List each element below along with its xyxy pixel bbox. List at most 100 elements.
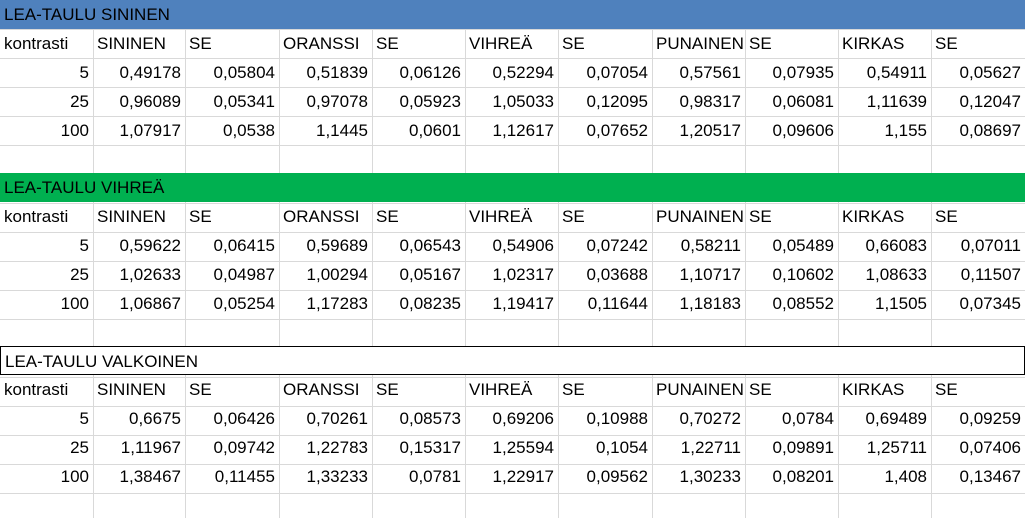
- header-cell[interactable]: ORANSSI: [279, 202, 372, 231]
- data-cell[interactable]: 1,12617: [465, 116, 558, 145]
- data-cell[interactable]: 0,1054: [558, 433, 652, 462]
- data-cell[interactable]: 0,09606: [745, 116, 838, 145]
- data-cell[interactable]: 0,08235: [372, 289, 465, 318]
- data-cell[interactable]: 0,98317: [652, 87, 745, 116]
- data-cell[interactable]: 1,08633: [838, 260, 931, 289]
- header-cell[interactable]: SININEN: [93, 202, 185, 231]
- header-cell[interactable]: kontrasti: [0, 29, 93, 58]
- data-cell[interactable]: 0,04987: [185, 260, 279, 289]
- data-cell[interactable]: 1,30233: [652, 462, 745, 491]
- header-cell[interactable]: SININEN: [93, 375, 185, 404]
- data-cell[interactable]: 1,10717: [652, 260, 745, 289]
- data-cell[interactable]: 0,59689: [279, 231, 372, 260]
- data-cell[interactable]: 0,05167: [372, 260, 465, 289]
- data-cell[interactable]: 5: [0, 58, 93, 87]
- data-cell[interactable]: 1,11967: [93, 433, 185, 462]
- header-cell[interactable]: SE: [185, 202, 279, 231]
- data-cell[interactable]: 0,05627: [931, 58, 1025, 87]
- header-cell[interactable]: SE: [372, 202, 465, 231]
- data-cell[interactable]: 0,52294: [465, 58, 558, 87]
- data-cell[interactable]: 0,12047: [931, 87, 1025, 116]
- data-cell[interactable]: 100: [0, 462, 93, 491]
- data-cell[interactable]: 0,05923: [372, 87, 465, 116]
- data-cell[interactable]: 0,49178: [93, 58, 185, 87]
- data-cell[interactable]: 0,0601: [372, 116, 465, 145]
- data-cell[interactable]: 0,09259: [931, 404, 1025, 433]
- data-cell[interactable]: 1,07917: [93, 116, 185, 145]
- data-cell[interactable]: 0,06081: [745, 87, 838, 116]
- data-cell[interactable]: 0,07242: [558, 231, 652, 260]
- data-cell[interactable]: 1,22783: [279, 433, 372, 462]
- data-cell[interactable]: 0,05341: [185, 87, 279, 116]
- data-cell[interactable]: 0,11644: [558, 289, 652, 318]
- header-cell[interactable]: kontrasti: [0, 375, 93, 404]
- data-cell[interactable]: 5: [0, 404, 93, 433]
- header-cell[interactable]: PUNAINEN: [652, 202, 745, 231]
- data-cell[interactable]: 0,59622: [93, 231, 185, 260]
- header-cell[interactable]: kontrasti: [0, 202, 93, 231]
- data-cell[interactable]: 100: [0, 289, 93, 318]
- data-cell[interactable]: 1,18183: [652, 289, 745, 318]
- data-cell[interactable]: 1,17283: [279, 289, 372, 318]
- data-cell[interactable]: 0,70272: [652, 404, 745, 433]
- data-cell[interactable]: 0,0784: [745, 404, 838, 433]
- header-cell[interactable]: KIRKAS: [838, 202, 931, 231]
- data-cell[interactable]: 0,07406: [931, 433, 1025, 462]
- data-cell[interactable]: 0,70261: [279, 404, 372, 433]
- header-cell[interactable]: SE: [558, 202, 652, 231]
- data-cell[interactable]: 0,51839: [279, 58, 372, 87]
- section-title-band[interactable]: LEA-TAULU VIHREÄ: [0, 173, 1025, 202]
- data-cell[interactable]: 0,07054: [558, 58, 652, 87]
- data-cell[interactable]: 25: [0, 433, 93, 462]
- data-cell[interactable]: 0,11507: [931, 260, 1025, 289]
- header-cell[interactable]: SE: [745, 202, 838, 231]
- data-cell[interactable]: 0,07652: [558, 116, 652, 145]
- data-cell[interactable]: 1,06867: [93, 289, 185, 318]
- data-cell[interactable]: 0,09891: [745, 433, 838, 462]
- data-cell[interactable]: 1,20517: [652, 116, 745, 145]
- header-cell[interactable]: VIHREÄ: [465, 202, 558, 231]
- header-cell[interactable]: ORANSSI: [279, 29, 372, 58]
- data-cell[interactable]: 0,0781: [372, 462, 465, 491]
- data-cell[interactable]: 25: [0, 87, 93, 116]
- data-cell[interactable]: 0,05254: [185, 289, 279, 318]
- data-cell[interactable]: 0,06415: [185, 231, 279, 260]
- section-title-band[interactable]: LEA-TAULU VALKOINEN: [0, 346, 1025, 375]
- data-cell[interactable]: 0,69206: [465, 404, 558, 433]
- data-cell[interactable]: 1,02317: [465, 260, 558, 289]
- header-cell[interactable]: SE: [931, 202, 1025, 231]
- header-cell[interactable]: SE: [558, 375, 652, 404]
- data-cell[interactable]: 1,11639: [838, 87, 931, 116]
- data-cell[interactable]: 0,57561: [652, 58, 745, 87]
- header-cell[interactable]: SE: [558, 29, 652, 58]
- data-cell[interactable]: 0,08573: [372, 404, 465, 433]
- data-cell[interactable]: 0,6675: [93, 404, 185, 433]
- data-cell[interactable]: 0,10988: [558, 404, 652, 433]
- header-cell[interactable]: SE: [931, 375, 1025, 404]
- data-cell[interactable]: 100: [0, 116, 93, 145]
- data-cell[interactable]: 0,13467: [931, 462, 1025, 491]
- data-cell[interactable]: 1,155: [838, 116, 931, 145]
- data-cell[interactable]: 0,06126: [372, 58, 465, 87]
- data-cell[interactable]: 0,08697: [931, 116, 1025, 145]
- data-cell[interactable]: 1,05033: [465, 87, 558, 116]
- header-cell[interactable]: SININEN: [93, 29, 185, 58]
- data-cell[interactable]: 0,66083: [838, 231, 931, 260]
- data-cell[interactable]: 1,02633: [93, 260, 185, 289]
- data-cell[interactable]: 0,54906: [465, 231, 558, 260]
- data-cell[interactable]: 0,0538: [185, 116, 279, 145]
- data-cell[interactable]: 0,06543: [372, 231, 465, 260]
- spreadsheet-grid[interactable]: LEA-TAULU SININEN kontrasti SININEN SE ORANS…: [0, 0, 1025, 518]
- data-cell[interactable]: 0,10602: [745, 260, 838, 289]
- data-cell[interactable]: 0,11455: [185, 462, 279, 491]
- data-cell[interactable]: 0,07011: [931, 231, 1025, 260]
- header-cell[interactable]: SE: [185, 29, 279, 58]
- header-cell[interactable]: PUNAINEN: [652, 29, 745, 58]
- data-cell[interactable]: 1,33233: [279, 462, 372, 491]
- header-cell[interactable]: SE: [745, 29, 838, 58]
- data-cell[interactable]: 0,06426: [185, 404, 279, 433]
- data-cell[interactable]: 1,408: [838, 462, 931, 491]
- data-cell[interactable]: 0,08552: [745, 289, 838, 318]
- data-cell[interactable]: 1,25711: [838, 433, 931, 462]
- data-cell[interactable]: 25: [0, 260, 93, 289]
